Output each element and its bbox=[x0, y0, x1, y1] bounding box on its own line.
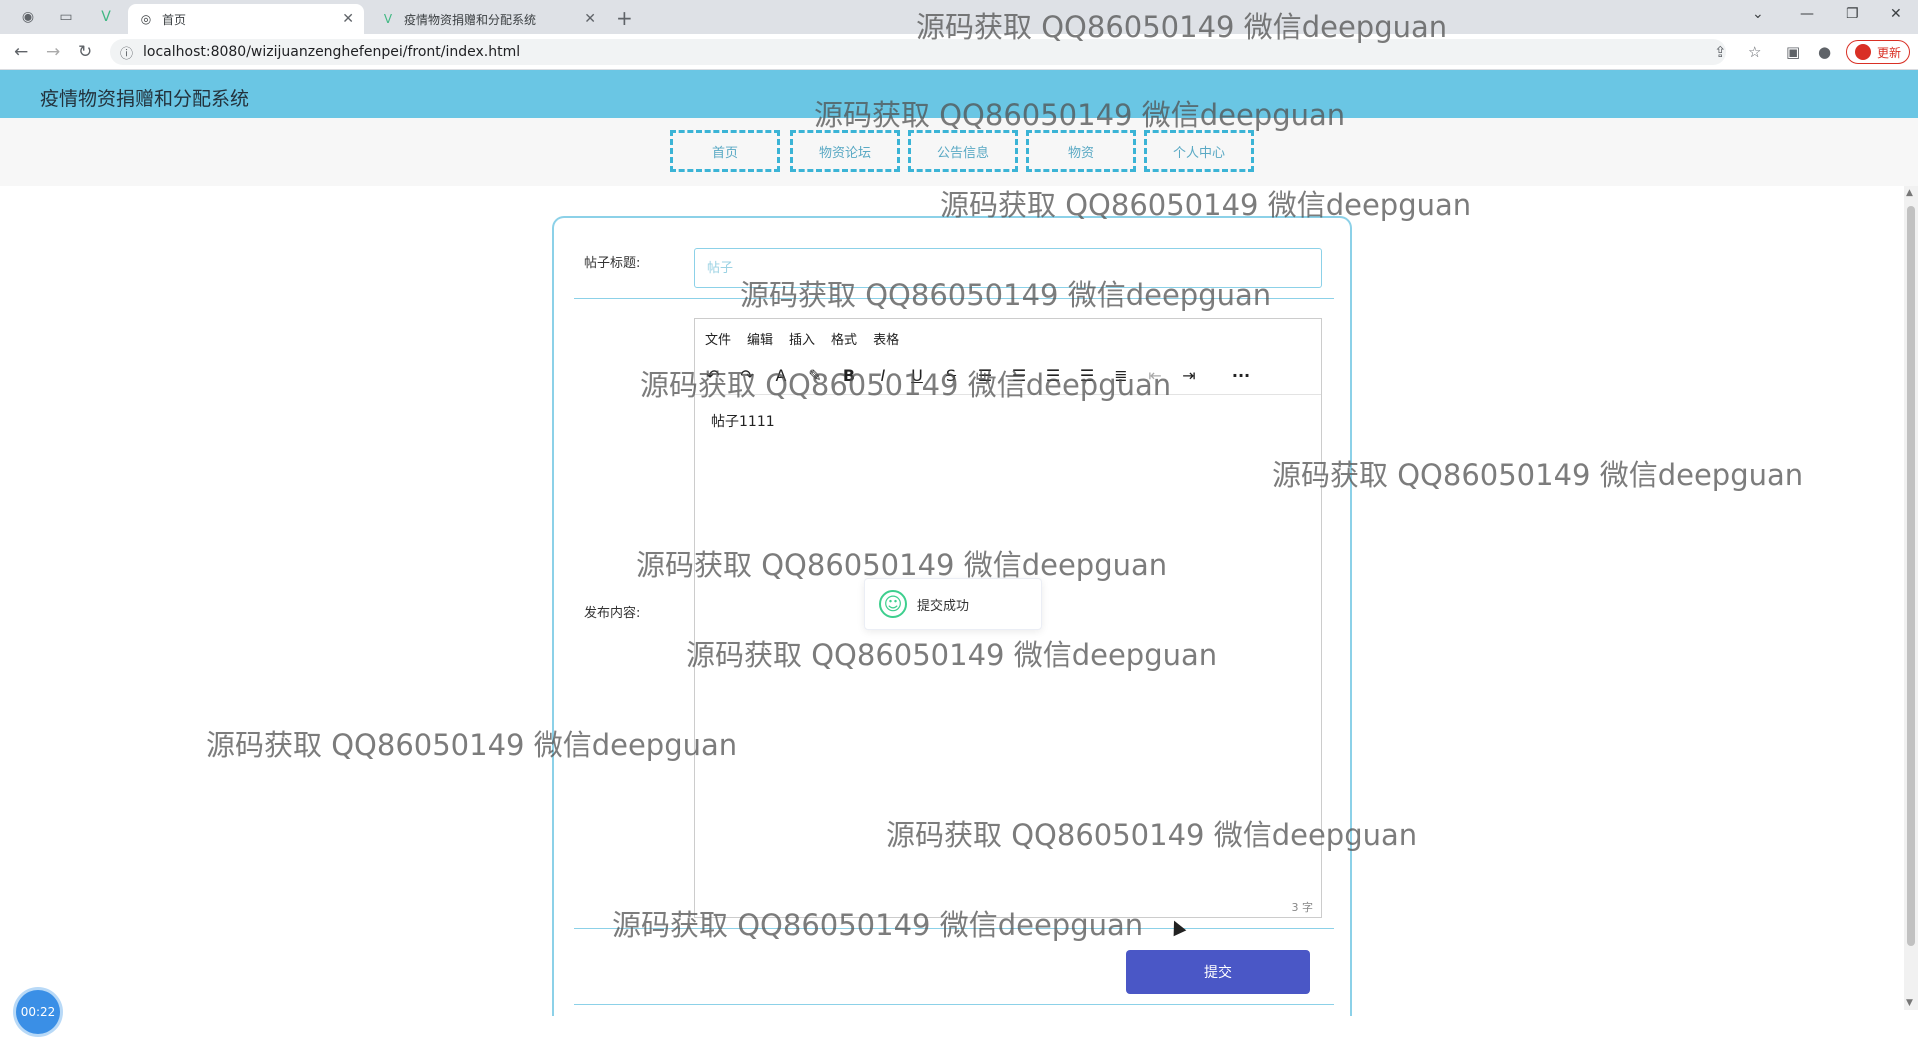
minimize-icon[interactable]: — bbox=[1800, 6, 1814, 22]
menu-table[interactable]: 表格 bbox=[873, 329, 899, 348]
nav-item-home[interactable]: 首页 bbox=[670, 130, 780, 172]
bookmark-star-icon[interactable]: ☆ bbox=[1748, 43, 1761, 61]
vue-logo-icon[interactable]: V bbox=[96, 7, 116, 27]
globe-icon: ◎ bbox=[140, 12, 152, 26]
forward-arrow-icon[interactable]: → bbox=[46, 42, 60, 62]
underline-icon[interactable]: U bbox=[907, 366, 927, 385]
italic-icon[interactable]: I bbox=[873, 366, 893, 385]
smile-icon: ☺ bbox=[879, 590, 907, 618]
menu-file[interactable]: 文件 bbox=[705, 329, 731, 348]
browser-tab-bar: ◉ ▭ V ◎ 首页 ✕ V 疫情物资捐赠和分配系统 ✕ + ⌄ — ❐ ✕ bbox=[0, 0, 1918, 34]
close-icon[interactable]: ✕ bbox=[342, 11, 354, 27]
content-label: 发布内容: bbox=[584, 606, 641, 621]
scroll-down-icon[interactable]: ▼ bbox=[1906, 998, 1913, 1008]
editor-content[interactable]: 帖子1111 bbox=[695, 395, 1321, 447]
success-toast: ☺ 提交成功 bbox=[864, 578, 1042, 630]
nav-item-supplies[interactable]: 物资 bbox=[1026, 130, 1136, 172]
editor-toolbar: ↶ ↷ A ✎ B I U S ☰ ☰ ☰ ☰ ≣ ⇤ ⇥ ··· bbox=[695, 357, 1321, 395]
window-close-icon[interactable]: ✕ bbox=[1890, 6, 1902, 22]
menu-format[interactable]: 格式 bbox=[831, 329, 857, 348]
folder-icon[interactable]: ▭ bbox=[56, 7, 76, 27]
title-label: 帖子标题: bbox=[584, 256, 641, 271]
scroll-thumb[interactable] bbox=[1907, 206, 1915, 946]
text-color-icon[interactable]: A bbox=[771, 366, 791, 385]
side-panel-icon[interactable]: ▣ bbox=[1786, 43, 1800, 61]
nav-item-notice[interactable]: 公告信息 bbox=[908, 130, 1018, 172]
restore-icon[interactable]: ❐ bbox=[1846, 6, 1859, 22]
update-avatar-icon bbox=[1854, 44, 1871, 60]
divider bbox=[574, 1004, 1334, 1005]
undo-icon[interactable]: ↶ bbox=[703, 366, 723, 385]
reload-icon[interactable]: ↻ bbox=[78, 42, 92, 62]
back-arrow-icon[interactable]: ← bbox=[14, 42, 28, 62]
align-left-icon[interactable]: ☰ bbox=[975, 366, 995, 385]
site-info-icon[interactable]: ⓘ bbox=[120, 43, 133, 62]
tab-group-icon[interactable]: ◉ bbox=[18, 7, 38, 27]
title-input[interactable] bbox=[694, 248, 1322, 288]
word-count: 3 字 bbox=[1291, 901, 1314, 914]
profile-avatar-icon[interactable]: ● bbox=[1818, 43, 1831, 61]
align-center-icon[interactable]: ☰ bbox=[1009, 366, 1029, 385]
redo-icon[interactable]: ↷ bbox=[737, 366, 757, 385]
tab-system-title: 疫情物资捐赠和分配系统 bbox=[404, 12, 537, 27]
page-scrollbar[interactable]: ▲ ▼ bbox=[1904, 186, 1918, 1010]
address-bar: ← → ↻ ⓘ localhost:8080/wizijuanzenghefen… bbox=[0, 34, 1918, 70]
nav-item-profile[interactable]: 个人中心 bbox=[1144, 130, 1254, 172]
new-tab-icon[interactable]: + bbox=[616, 6, 633, 30]
url-field[interactable]: ⓘ localhost:8080/wizijuanzenghefenpei/fr… bbox=[110, 39, 1726, 65]
align-justify-icon[interactable]: ☰ bbox=[1077, 366, 1097, 385]
url-text: localhost:8080/wizijuanzenghefenpei/fron… bbox=[143, 44, 521, 60]
app-header: 疫情物资捐赠和分配系统 bbox=[0, 70, 1918, 118]
divider bbox=[574, 298, 1334, 299]
share-icon[interactable]: ⇪ bbox=[1714, 43, 1727, 61]
bold-icon[interactable]: B bbox=[839, 366, 859, 385]
close-icon[interactable]: ✕ bbox=[584, 11, 596, 27]
highlight-icon[interactable]: ✎ bbox=[805, 366, 825, 385]
indent-icon[interactable]: ⇥ bbox=[1179, 366, 1199, 385]
more-icon[interactable]: ··· bbox=[1231, 366, 1251, 385]
app-title: 疫情物资捐赠和分配系统 bbox=[40, 88, 250, 110]
align-right-icon[interactable]: ☰ bbox=[1043, 366, 1063, 385]
update-label: 更新 bbox=[1876, 45, 1901, 60]
update-button[interactable]: 更新 bbox=[1846, 40, 1910, 64]
divider bbox=[574, 928, 1334, 929]
nav-item-forum[interactable]: 物资论坛 bbox=[790, 130, 900, 172]
tab-home-title: 首页 bbox=[162, 12, 187, 27]
tab-home[interactable]: ◎ 首页 ✕ bbox=[128, 4, 364, 34]
scroll-up-icon[interactable]: ▲ bbox=[1906, 188, 1913, 198]
toast-message: 提交成功 bbox=[917, 598, 970, 614]
strikethrough-icon[interactable]: S bbox=[941, 366, 961, 385]
align-full-icon[interactable]: ≣ bbox=[1111, 366, 1131, 385]
recording-timer: 00:22 bbox=[16, 990, 60, 1034]
main-nav: 首页 物资论坛 公告信息 物资 个人中心 bbox=[0, 118, 1918, 186]
tab-system[interactable]: V 疫情物资捐赠和分配系统 ✕ bbox=[370, 4, 606, 34]
vue-logo-icon: V bbox=[383, 12, 393, 26]
tab-search-chevron-icon[interactable]: ⌄ bbox=[1752, 6, 1764, 22]
menu-insert[interactable]: 插入 bbox=[789, 329, 815, 348]
editor-menubar: 文件 编辑 插入 格式 表格 bbox=[695, 319, 1321, 357]
outdent-icon[interactable]: ⇤ bbox=[1145, 366, 1165, 385]
submit-button[interactable]: 提交 bbox=[1126, 950, 1310, 994]
menu-edit[interactable]: 编辑 bbox=[747, 329, 773, 348]
